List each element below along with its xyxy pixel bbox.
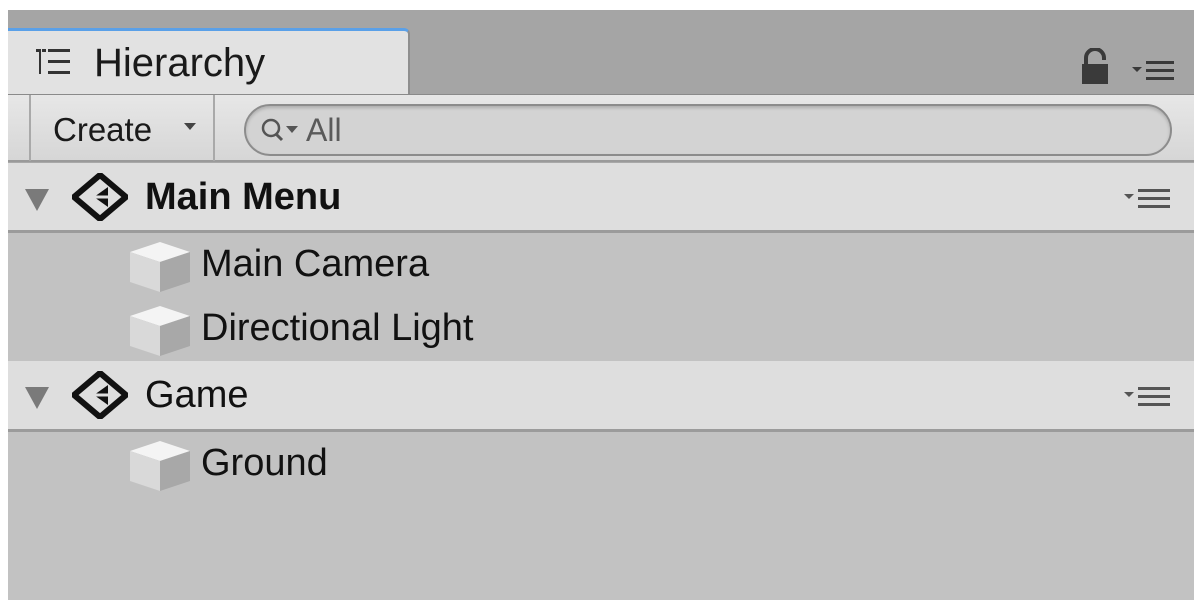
gameobject-name: Directional Light [201,307,474,349]
scene-name: Game [145,374,249,416]
search-field[interactable] [244,104,1172,156]
scene-row-main-menu[interactable]: Main Menu [8,162,1194,233]
tab-bar: Hierarchy [8,10,1194,96]
lock-icon[interactable] [1080,48,1110,86]
scene-name: Main Menu [145,176,342,218]
gameobject-cube-icon [130,306,190,356]
panel-menu-icon[interactable] [1132,58,1174,84]
hierarchy-item-main-camera[interactable]: Main Camera [8,233,1194,297]
hierarchy-toolbar: Create [8,94,1194,162]
gameobject-name: Ground [201,442,328,484]
create-dropdown-button[interactable]: Create [29,95,215,161]
tab-title: Hierarchy [94,41,266,85]
unity-scene-icon [72,371,128,419]
search-icon [261,118,298,142]
hierarchy-item-directional-light[interactable]: Directional Light [8,297,1194,361]
unity-scene-icon [72,173,128,221]
create-label: Create [53,111,153,148]
scene-options-icon[interactable] [1124,385,1172,407]
foldout-expanded-icon[interactable] [24,187,50,213]
hierarchy-list-icon [36,49,70,74]
gameobject-name: Main Camera [201,243,430,285]
gameobject-cube-icon [130,242,190,292]
scene-options-icon[interactable] [1124,187,1172,209]
tab-hierarchy[interactable]: Hierarchy [8,28,410,96]
hierarchy-item-ground[interactable]: Ground [8,432,1194,496]
foldout-expanded-icon[interactable] [24,385,50,411]
hierarchy-panel: Hierarchy Create All Main Menu Main Came… [8,10,1194,600]
gameobject-cube-icon [130,441,190,491]
scene-row-game[interactable]: Game [8,361,1194,432]
search-input[interactable] [306,110,1126,150]
chevron-down-icon [184,123,196,130]
hierarchy-tree: Main Menu Main Camera Directional Light … [8,162,1194,496]
